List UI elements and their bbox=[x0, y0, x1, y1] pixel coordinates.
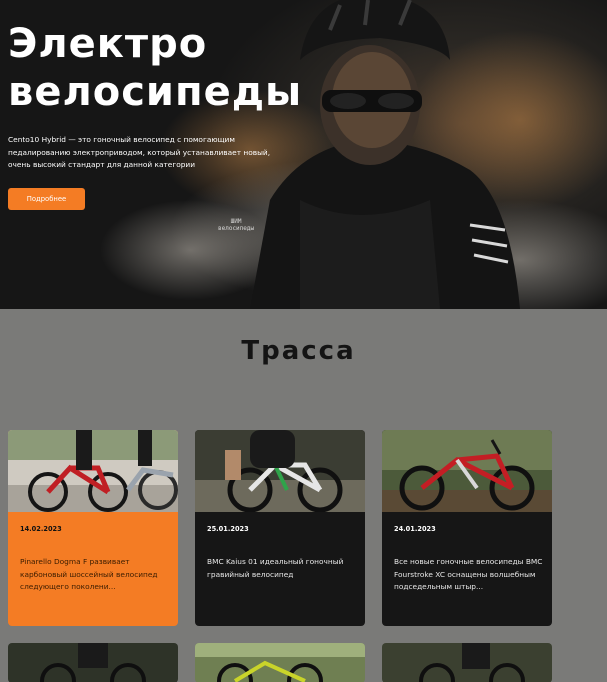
hero-description: Cento10 Hybrid — это гоночный велосипед … bbox=[8, 135, 271, 169]
card-text: Pinarello Dogma F развивает карбоновый ш… bbox=[20, 557, 158, 591]
news-card-preview[interactable] bbox=[195, 643, 365, 682]
brand-logo-line2: велосипеды bbox=[218, 225, 255, 232]
card-image bbox=[8, 643, 178, 682]
hero-title-line2: велосипеды bbox=[8, 69, 303, 115]
hero-title: Электро велосипеды bbox=[8, 20, 302, 116]
brand-logo: ШИМ велосипеды bbox=[218, 218, 254, 232]
card-image bbox=[382, 430, 552, 512]
news-card[interactable]: 25.01.2023 BMC Kaius 01 идеальный гоночн… bbox=[195, 430, 365, 626]
more-button[interactable]: Подробнее bbox=[8, 188, 85, 210]
card-image bbox=[8, 430, 178, 512]
card-image bbox=[195, 430, 365, 512]
card-text: BMC Kaius 01 идеальный гоночный гравийны… bbox=[207, 557, 344, 579]
card-image bbox=[195, 643, 365, 682]
card-text: Все новые гоночные велосипеды BMC Fourst… bbox=[394, 557, 543, 591]
news-card[interactable]: 14.02.2023 Pinarello Dogma F развивает к… bbox=[8, 430, 178, 626]
hero-title-line1: Электро bbox=[8, 21, 208, 67]
news-card[interactable]: 24.01.2023 Все новые гоночные велосипеды… bbox=[382, 430, 552, 626]
card-date: 25.01.2023 bbox=[207, 525, 249, 533]
section-title: Трасса bbox=[241, 336, 356, 366]
card-image bbox=[382, 643, 552, 682]
card-date: 24.01.2023 bbox=[394, 525, 436, 533]
brand-logo-line1: ШИМ bbox=[230, 218, 242, 225]
hero-banner: Электро велосипеды Cento10 Hybrid — это … bbox=[0, 0, 607, 309]
news-card-preview[interactable] bbox=[8, 643, 178, 682]
card-date: 14.02.2023 bbox=[20, 525, 62, 533]
news-card-preview[interactable] bbox=[382, 643, 552, 682]
